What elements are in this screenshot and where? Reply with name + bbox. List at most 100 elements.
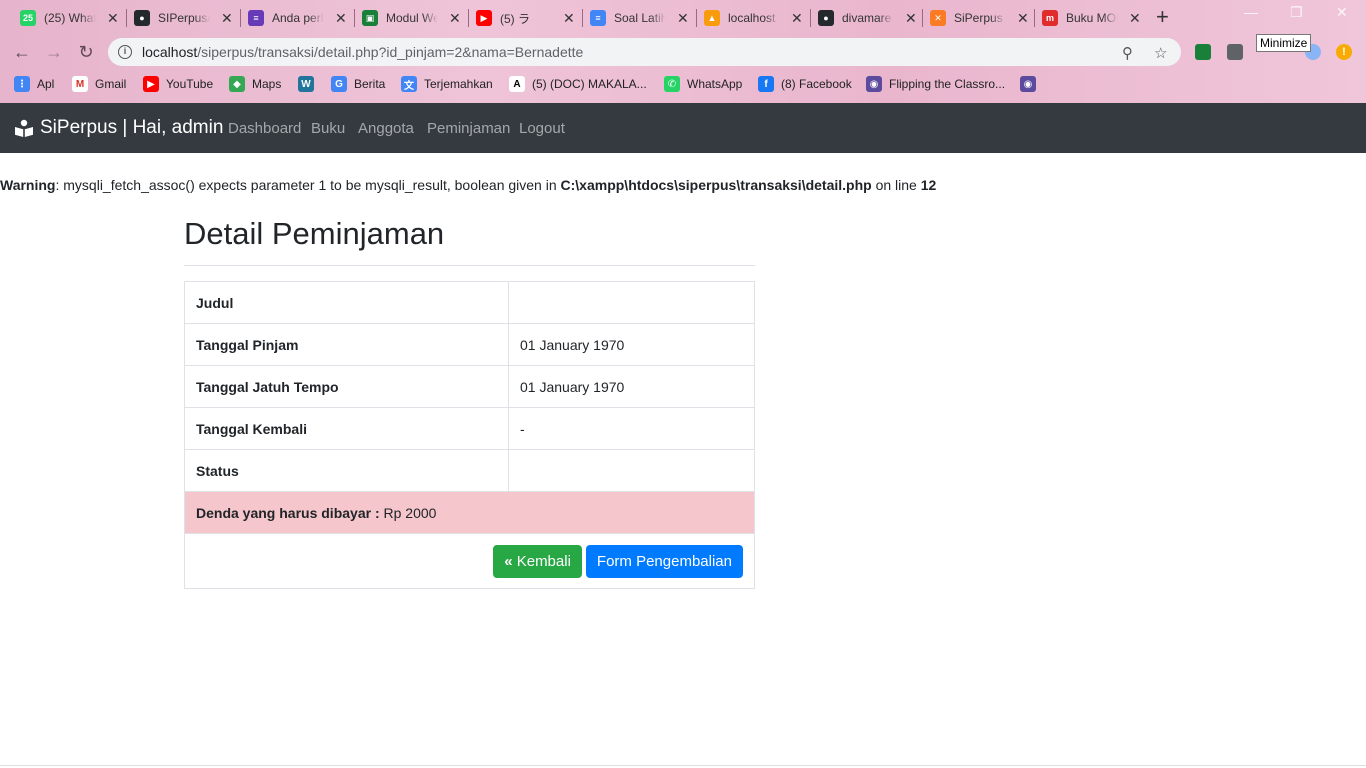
new-tab-button[interactable]: +	[1156, 6, 1169, 28]
tab-title: Anda perlu	[272, 11, 324, 25]
tab-close-icon[interactable]: ✕	[791, 10, 803, 26]
academia-icon: A	[509, 76, 525, 92]
bookmark-item[interactable]: A (5) (DOC) MAKALA...	[509, 76, 647, 92]
bookmark-item[interactable]: M Gmail	[72, 76, 126, 92]
bookmark-label: YouTube	[166, 77, 214, 91]
youtube-icon: ▶	[143, 76, 159, 92]
tab-separator	[582, 9, 583, 27]
bookmark-item[interactable]: 文 Terjemahkan	[401, 76, 493, 92]
tab-separator	[126, 9, 127, 27]
tab-title: Modul Web	[386, 11, 438, 25]
back-icon[interactable]: ←	[10, 40, 34, 64]
url-path: /siperpus/transaksi/detail.php?id_pinjam…	[197, 44, 584, 60]
back-button[interactable]: « Kembali	[493, 544, 582, 578]
row-value-status	[508, 449, 755, 492]
browser-tab[interactable]: ✕ SiPerpus ✕	[930, 6, 1034, 30]
close-window-icon[interactable]: ✕	[1336, 4, 1348, 21]
bookmark-item[interactable]: ✆ WhatsApp	[664, 76, 742, 92]
browser-tab[interactable]: 25 (25) WhatsApp ✕	[20, 6, 124, 30]
return-form-button[interactable]: Form Pengembalian	[585, 544, 743, 578]
bookmark-item[interactable]: f (8) Facebook	[758, 76, 852, 92]
tab-close-icon[interactable]: ✕	[1017, 10, 1029, 26]
whatsapp-icon: ✆	[664, 76, 680, 92]
tab-close-icon[interactable]: ✕	[905, 10, 917, 26]
browser-tab[interactable]: ▲ localhost ✕	[704, 6, 808, 30]
row-value-judul	[508, 281, 755, 324]
github-icon: ●	[134, 10, 150, 26]
reload-icon[interactable]: ↻	[74, 40, 98, 64]
bookmark-star-icon[interactable]: ☆	[1154, 44, 1167, 62]
bookmark-item[interactable]: ◆ Maps	[229, 76, 281, 92]
actions-cell: « Kembali Form Pengembalian	[184, 533, 755, 589]
bookmark-label: Apl	[37, 77, 55, 91]
row-label-tanggal-kembali: Tanggal Kembali	[184, 407, 509, 450]
nav-link-buku[interactable]: Buku	[311, 120, 345, 137]
browser-tab[interactable]: ● divamare ✕	[818, 6, 922, 30]
browser-tab[interactable]: ≡ Soal Latihan ✕	[590, 6, 694, 30]
row-label-status: Status	[184, 449, 509, 492]
bookmark-label: Terjemahkan	[424, 77, 493, 91]
row-value-tanggal-pinjam: 01 January 1970	[508, 323, 755, 366]
bookmark-item[interactable]: ▶ YouTube	[143, 76, 213, 92]
tab-close-icon[interactable]: ✕	[563, 10, 575, 26]
table-row: Judul	[184, 281, 755, 324]
actions-row: « Kembali Form Pengembalian	[184, 533, 755, 589]
bookmark-item[interactable]: ◉	[1020, 76, 1043, 92]
double-chevron-left-icon: «	[504, 552, 513, 570]
minimize-icon[interactable]: —	[1244, 4, 1258, 20]
row-label-judul: Judul	[184, 281, 509, 324]
forward-icon[interactable]: →	[42, 40, 66, 64]
warning-on-line: on line	[871, 177, 921, 193]
tab-close-icon[interactable]: ✕	[449, 10, 461, 26]
tab-close-icon[interactable]: ✕	[677, 10, 689, 26]
bookmark-item[interactable]: G Berita	[331, 76, 385, 92]
update-alert-icon[interactable]: !	[1336, 44, 1352, 60]
php-warning: Warning: mysqli_fetch_assoc() expects pa…	[0, 177, 936, 193]
app-navbar: SiPerpus | Hai, admin Dashboard Buku Ang…	[0, 103, 1366, 153]
browser-tab[interactable]: ● SIPerpus/ ✕	[134, 6, 238, 30]
tab-title: Buku MOD	[1066, 11, 1118, 25]
url-text[interactable]: localhost/siperpus/transaksi/detail.php?…	[142, 44, 583, 60]
nav-link-logout[interactable]: Logout	[519, 120, 565, 137]
window-bottom-edge	[0, 765, 1366, 766]
youtube-icon: ▶	[476, 10, 492, 26]
site-info-icon[interactable]: i	[118, 45, 132, 59]
fine-cell: Denda yang harus dibayar : Rp 2000	[184, 491, 755, 534]
tab-close-icon[interactable]: ✕	[335, 10, 347, 26]
tab-close-icon[interactable]: ✕	[1129, 10, 1141, 26]
fine-value: Rp 2000	[379, 504, 437, 521]
tab-close-icon[interactable]: ✕	[221, 10, 233, 26]
row-label-tanggal-jatuh-tempo: Tanggal Jatuh Tempo	[184, 365, 509, 408]
brand[interactable]: SiPerpus | Hai, admin	[14, 117, 223, 139]
download-extension-icon[interactable]	[1227, 44, 1243, 60]
address-bar[interactable]: i localhost/siperpus/transaksi/detail.ph…	[108, 38, 1181, 66]
browser-tab[interactable]: ▶ (5) ラ ✕	[476, 6, 580, 30]
bookmark-item[interactable]: ⋮ Apl	[14, 76, 54, 92]
tab-separator	[354, 9, 355, 27]
tab-close-icon[interactable]: ✕	[107, 10, 119, 26]
bookmark-item[interactable]: W	[298, 76, 321, 92]
browser-tab[interactable]: ≡ Anda perlu ✕	[248, 6, 352, 30]
warning-line-number: 12	[920, 177, 937, 193]
nav-link-dashboard[interactable]: Dashboard	[228, 120, 301, 137]
url-host: localhost	[142, 44, 198, 60]
zoom-icon[interactable]: ⚲	[1122, 44, 1133, 62]
gmail-icon: M	[72, 76, 88, 92]
browser-tab[interactable]: ▣ Modul Web ✕	[362, 6, 466, 30]
bookmark-item[interactable]: ◉ Flipping the Classro...	[866, 76, 1005, 92]
fine-label: Denda yang harus dibayar :	[196, 504, 380, 521]
warning-label: Warning	[0, 177, 56, 193]
apps-icon: ⋮	[14, 76, 30, 92]
maximize-icon[interactable]: ❐	[1290, 4, 1303, 21]
tab-title: SiPerpus	[954, 11, 1003, 25]
classroom-extension-icon[interactable]	[1195, 44, 1211, 60]
row-value-tanggal-kembali: -	[508, 407, 755, 450]
globe-icon: ◉	[1020, 76, 1036, 92]
table-row: Tanggal Pinjam 01 January 1970	[184, 323, 755, 366]
browser-tab[interactable]: m Buku MOD ✕	[1042, 6, 1146, 30]
nav-link-peminjaman[interactable]: Peminjaman	[427, 120, 510, 137]
warning-file: C:\xampp\htdocs\siperpus\transaksi\detai…	[560, 177, 872, 193]
nav-link-anggota[interactable]: Anggota	[358, 120, 414, 137]
page-title: Detail Peminjaman	[184, 216, 445, 251]
tab-title: divamare	[842, 11, 892, 25]
